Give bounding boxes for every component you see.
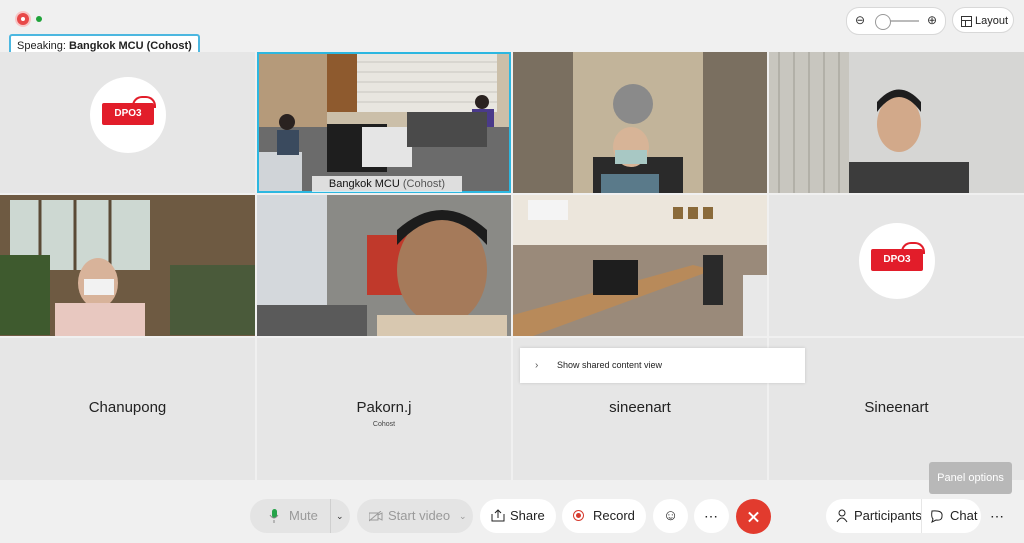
- participant-role: Cohost: [372, 421, 396, 428]
- mute-divider: [330, 499, 331, 533]
- layout-button[interactable]: Layout: [952, 7, 1014, 33]
- participant-tile-pakorn[interactable]: Pakorn.j Cohost: [257, 338, 511, 480]
- end-call-button[interactable]: [736, 499, 771, 534]
- dpo3-logo: DPO3: [90, 77, 166, 153]
- video-frame-masked-man: [513, 52, 767, 193]
- video-frame-glasses-man: [769, 52, 1024, 193]
- video-options-chevron-icon[interactable]: ⌄: [459, 499, 467, 533]
- zoom-in-icon[interactable]: ⊕: [927, 13, 937, 27]
- chat-label: Chat: [950, 508, 978, 523]
- participant-tile-chanupong[interactable]: Chanupong: [0, 338, 255, 480]
- zoom-control[interactable]: ⊖ ⊕: [846, 7, 946, 35]
- more-icon: ⋯: [990, 508, 1004, 524]
- video-frame-office-man: [0, 195, 255, 336]
- tile-role: (Cohost): [402, 178, 446, 190]
- participant-tile-bangkok-mcu[interactable]: Bangkok MCU (Cohost): [257, 52, 511, 193]
- top-bar: Speaking: Bangkok MCU (Cohost) ⊖ ⊕ Layou…: [0, 0, 1024, 58]
- share-icon: [491, 509, 505, 522]
- participant-name: Pakorn.j: [356, 399, 412, 416]
- share-label: Share: [510, 508, 545, 523]
- tile-name: Bangkok MCU: [328, 178, 400, 190]
- mute-label: Mute: [289, 508, 318, 523]
- participant-tile-office-man[interactable]: [0, 195, 255, 336]
- start-video-label: Start video: [388, 508, 451, 523]
- share-button[interactable]: Share: [480, 499, 556, 533]
- participant-tile-sineenart-upper[interactable]: Sineenart: [769, 338, 1024, 480]
- participant-tile-logo-2[interactable]: DPO3: [769, 195, 1024, 336]
- zoom-slider-thumb[interactable]: [875, 14, 891, 30]
- participant-tile-masked-man[interactable]: [513, 52, 767, 193]
- camera-off-icon: [369, 511, 383, 522]
- microphone-icon: [269, 509, 279, 523]
- chat-button[interactable]: Chat: [921, 499, 981, 533]
- zoom-out-icon[interactable]: ⊖: [855, 13, 865, 27]
- shared-content-label: Show shared content view: [557, 360, 663, 370]
- record-icon: [573, 510, 584, 521]
- participant-tile-pakorn-video[interactable]: [257, 195, 511, 336]
- participant-tile-glasses-man[interactable]: [769, 52, 1024, 193]
- participant-name: Chanupong: [88, 399, 167, 416]
- reactions-button[interactable]: ☺: [653, 499, 688, 533]
- participant-name: Sineenart: [864, 399, 929, 416]
- participants-button[interactable]: Participants: [826, 499, 922, 533]
- connection-status-icon: [36, 16, 42, 22]
- person-icon: [836, 509, 848, 523]
- participant-name: sineenart: [609, 399, 671, 416]
- participant-tile-conference-room[interactable]: [513, 195, 767, 336]
- panel-more-button[interactable]: ⋯: [983, 499, 1013, 533]
- more-options-button[interactable]: ⋯: [694, 499, 729, 533]
- speaking-prefix: Speaking:: [17, 40, 66, 52]
- chevron-right-icon: ›: [535, 360, 539, 371]
- record-label: Record: [593, 508, 635, 523]
- participant-tile-logo-1[interactable]: DPO3: [0, 52, 255, 193]
- logo-text: DPO3: [871, 249, 923, 271]
- logo-text: DPO3: [102, 103, 154, 125]
- mute-button[interactable]: Mute ⌄: [250, 499, 350, 533]
- video-frame-meeting-room: [257, 52, 511, 193]
- layout-grid-icon: [961, 16, 972, 27]
- mute-options-chevron-icon[interactable]: ⌄: [336, 499, 344, 533]
- participants-label: Participants: [854, 508, 922, 523]
- tile-name-label: Bangkok MCU (Cohost): [312, 176, 462, 192]
- recording-indicator-icon: [17, 13, 29, 25]
- more-icon: ⋯: [704, 508, 718, 524]
- record-dot: [576, 513, 581, 518]
- start-video-button[interactable]: Start video ⌄: [357, 499, 473, 533]
- panel-options-tooltip: Panel options: [929, 462, 1012, 494]
- smiley-icon: ☺: [663, 507, 679, 524]
- video-frame-pakorn: [257, 195, 511, 336]
- video-frame-conference-room: [513, 195, 767, 336]
- dpo3-logo: DPO3: [859, 223, 935, 299]
- record-button[interactable]: Record: [562, 499, 646, 533]
- speaking-name: Bangkok MCU (Cohost): [69, 40, 192, 52]
- show-shared-content-button[interactable]: › Show shared content view: [520, 348, 805, 383]
- layout-label: Layout: [975, 15, 1009, 27]
- chat-bubble-icon: [931, 510, 943, 523]
